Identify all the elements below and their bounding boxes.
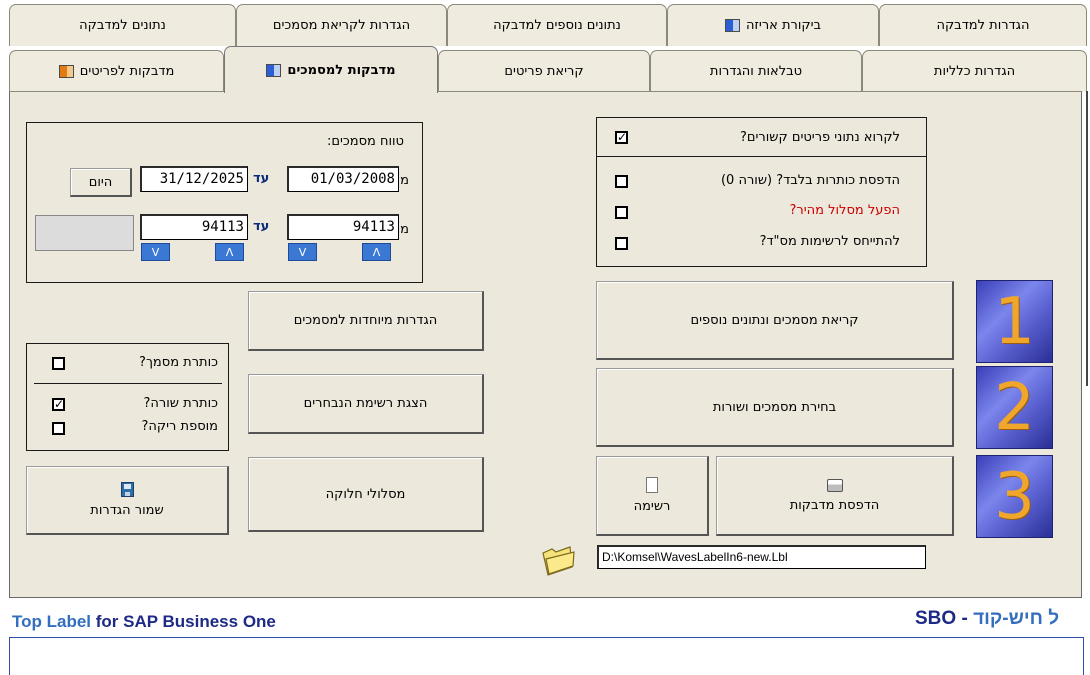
- to-date-field[interactable]: 31/12/2025: [140, 166, 248, 192]
- divider: [34, 383, 222, 384]
- tab-extra-label-data[interactable]: נתונים נוספים למדבקה: [447, 4, 667, 46]
- print-labels-button[interactable]: הדפסת מדבקות: [716, 456, 954, 536]
- document-icon: [646, 477, 658, 493]
- tab-general-settings[interactable]: הגדרות כלליות: [862, 50, 1087, 92]
- to-label: עד: [253, 171, 270, 186]
- special-settings-button[interactable]: הגדרות מיוחדות למסמכים: [248, 291, 484, 351]
- today-button[interactable]: היום: [70, 168, 132, 197]
- row-header-label: כותרת שורה?: [143, 396, 218, 411]
- tab-doc-read-settings[interactable]: הגדרות לקריאת מסמכים: [236, 4, 447, 46]
- step-2-icon: 2: [976, 366, 1053, 449]
- row-header-checkbox[interactable]: ✓: [52, 398, 65, 411]
- tab-packing-check[interactable]: ביקורת אריזה: [667, 4, 879, 46]
- tab-label-settings[interactable]: הגדרות למדבקה: [879, 4, 1087, 46]
- from-number-field[interactable]: 94113: [287, 214, 399, 240]
- from-number-down-button[interactable]: V: [288, 243, 317, 261]
- from-number-up-button[interactable]: Λ: [362, 243, 391, 261]
- from-date-field[interactable]: 01/03/2008: [287, 166, 399, 192]
- list-button[interactable]: רשימה: [596, 456, 709, 536]
- to-number-down-button[interactable]: V: [141, 243, 170, 261]
- flag-icon: [724, 19, 740, 32]
- doc-header-checkbox[interactable]: [52, 357, 65, 370]
- read-linked-checkbox[interactable]: ✓: [615, 131, 628, 144]
- save-settings-button[interactable]: שמור הגדרות: [26, 466, 229, 535]
- tab-read-items[interactable]: קריאת פריטים: [438, 50, 650, 92]
- to-label: עד: [253, 219, 270, 234]
- flag-icon: [266, 63, 282, 77]
- flag-icon: [58, 65, 74, 78]
- divider: [597, 156, 926, 157]
- label-file-path-field[interactable]: D:\Komsel\WavesLabelIn6-new.Lbl: [597, 545, 926, 569]
- tab-label-data[interactable]: נתונים למדבקה: [9, 4, 236, 46]
- refer-list-label: להתייחס לרשימות מס"ד?: [759, 234, 900, 249]
- distribution-routes-button[interactable]: מסלולי חלוקה: [248, 457, 484, 532]
- readonly-field: [35, 215, 134, 251]
- step-3-icon: 3: [976, 455, 1053, 538]
- doc-header-label: כותרת מסמך?: [139, 355, 218, 370]
- empty-add-checkbox[interactable]: [52, 422, 65, 435]
- status-area: [9, 637, 1084, 675]
- tab-tables-settings[interactable]: טבלאות והגדרות: [650, 50, 862, 92]
- printer-icon: [826, 478, 843, 492]
- fast-path-checkbox[interactable]: [615, 206, 628, 219]
- read-linked-label: לקרוא נתוני פריטים קשורים?: [739, 130, 900, 145]
- select-documents-button[interactable]: בחירת מסמכים ושורות: [596, 368, 954, 447]
- tab-doc-labels[interactable]: מדבקות למסמכים: [224, 46, 438, 93]
- to-number-field[interactable]: 94113: [140, 214, 248, 240]
- fast-path-label: הפעל מסלול מהיר?: [789, 203, 900, 218]
- product-title: Top Label for SAP Business One: [12, 612, 276, 631]
- to-number-up-button[interactable]: Λ: [215, 243, 244, 261]
- floppy-icon: [120, 482, 134, 497]
- range-title: טווח מסמכים:: [326, 134, 404, 149]
- headers-only-label: הדפסת כותרות בלבד? (שורה 0): [720, 173, 900, 188]
- show-selected-button[interactable]: הצגת רשימת הנבחרים: [248, 374, 484, 434]
- panel-edge: [1082, 91, 1088, 386]
- step-1-icon: 1: [976, 280, 1053, 363]
- read-documents-button[interactable]: קריאת מסמכים ונתונים נוספים: [596, 281, 954, 360]
- headers-only-checkbox[interactable]: [615, 175, 628, 188]
- brand-title: SBO - ל חיש-קוד: [915, 608, 1060, 629]
- refer-list-checkbox[interactable]: [615, 237, 628, 250]
- empty-add-label: מוספת ריקה?: [141, 419, 218, 434]
- tab-item-labels[interactable]: מדבקות לפריטים: [9, 50, 224, 92]
- folder-icon[interactable]: [540, 543, 577, 577]
